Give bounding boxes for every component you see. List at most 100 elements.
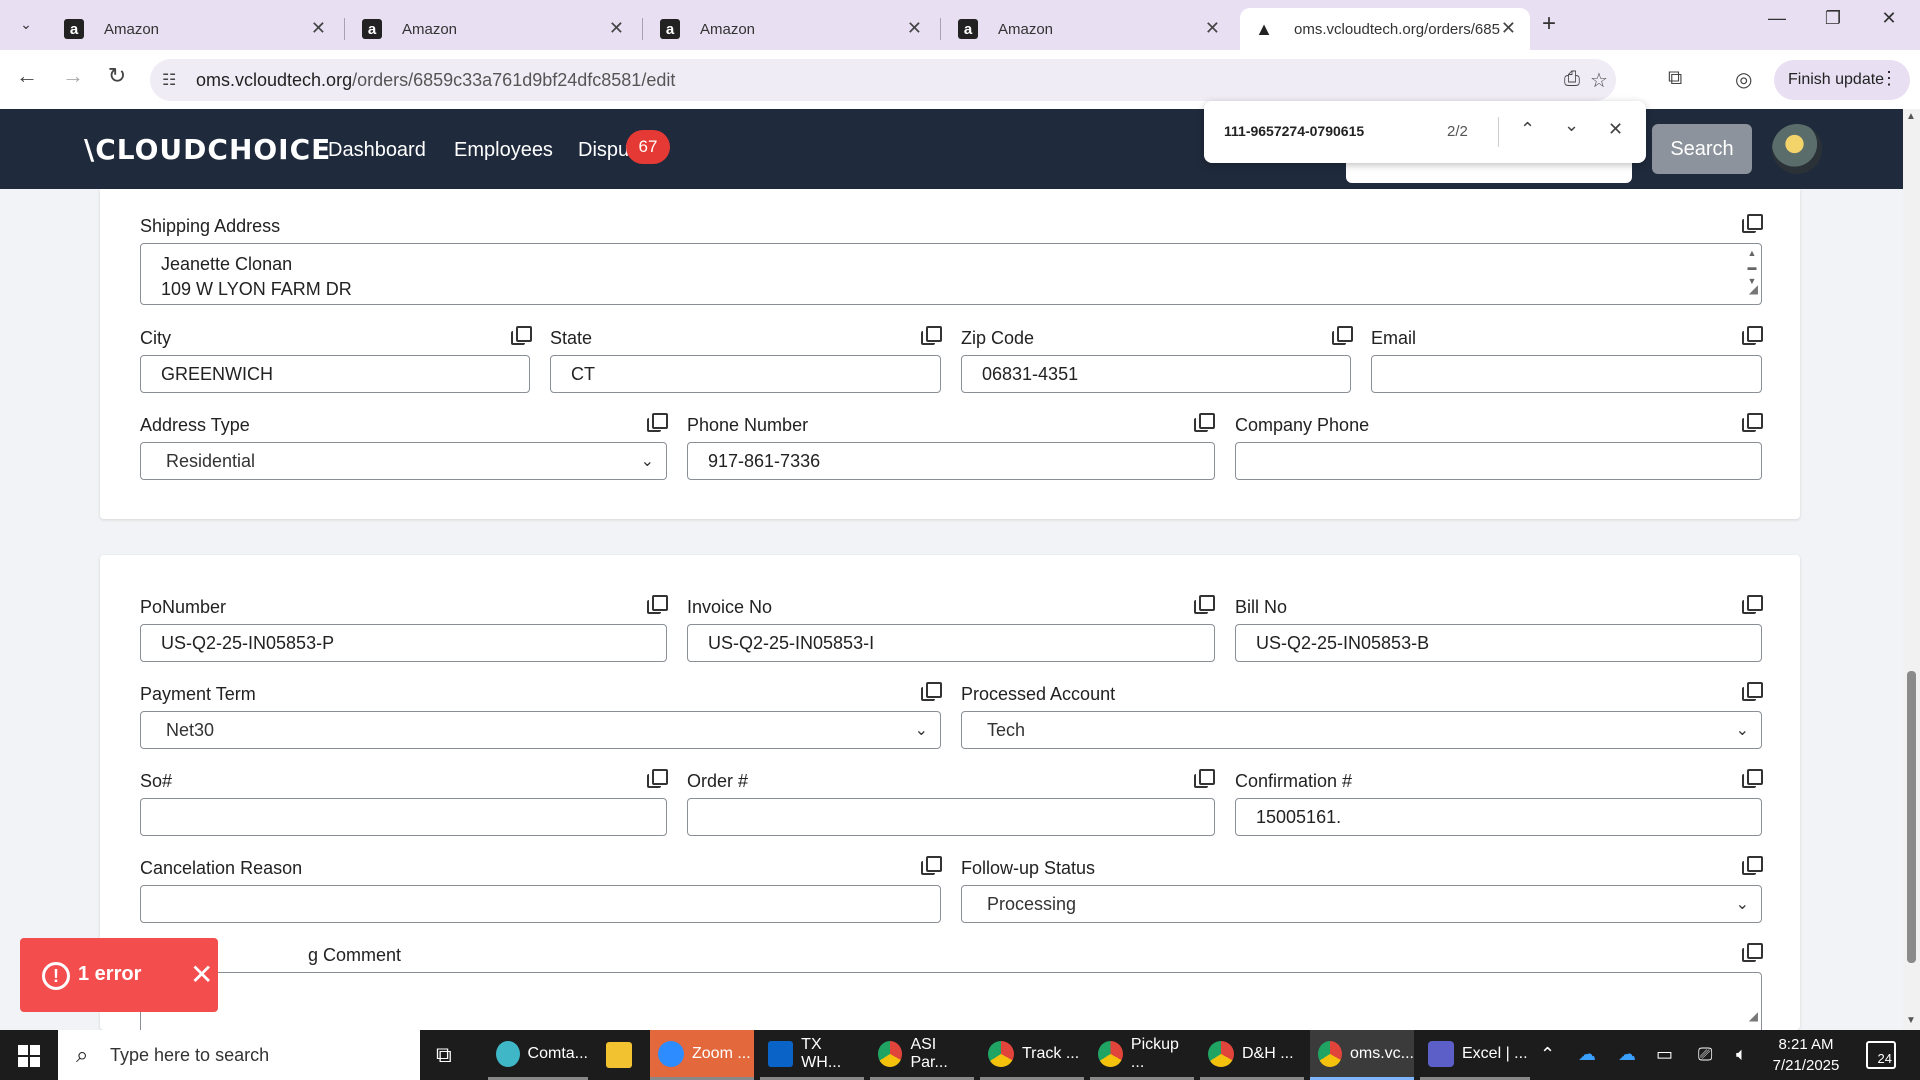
copy-order-number-icon[interactable] [1194,769,1215,788]
window-close-icon[interactable]: ✕ [1866,8,1912,29]
copy-follow-up-status-icon[interactable] [1742,856,1763,875]
volume-speaker-icon[interactable]: 🔈︎ [1736,1044,1747,1065]
back-arrow-icon[interactable]: ← [10,63,44,89]
taskbar-app-outlook[interactable]: TX WH... [760,1030,864,1080]
new-tab-plus-icon[interactable]: + [1542,10,1556,38]
nav-employees[interactable]: Employees [454,139,553,162]
show-hidden-icons-chevron-up-icon[interactable]: ⌃ [1540,1044,1555,1065]
email-input[interactable] [1371,355,1762,393]
battery-icon[interactable]: ▭ [1656,1044,1673,1065]
copy-phone-number-icon[interactable] [1194,413,1215,432]
city-input[interactable]: GREENWICH [140,355,530,393]
copy-po-number-icon[interactable] [647,595,668,614]
windows-start-icon[interactable] [18,1045,40,1067]
taskbar-search-box[interactable]: ⌕ Type here to search [58,1030,420,1080]
bookmark-star-icon[interactable]: ☆ [1590,68,1608,93]
scroll-down-arrow-icon[interactable]: ▼ [1906,1015,1916,1026]
tab-close-icon[interactable]: ✕ [311,18,326,39]
processed-account-select[interactable]: Tech ⌄ [961,711,1762,749]
copy-address-type-icon[interactable] [647,413,668,432]
browser-tab-2[interactable]: a Amazon ✕ [348,8,638,50]
copy-cancelation-reason-icon[interactable] [921,856,942,875]
tab-close-icon[interactable]: ✕ [1501,18,1516,39]
browser-tab-active[interactable]: ▲ oms.vcloudtech.org/orders/685 ✕ [1240,8,1530,50]
taskbar-clock[interactable]: 8:21 AM 7/21/2025 [1760,1034,1852,1076]
copy-comment-icon[interactable] [1742,943,1763,962]
company-phone-input[interactable] [1235,442,1762,480]
network-icon[interactable]: ⎚ [1698,1044,1712,1065]
address-type-select[interactable]: Residential ⌄ [140,442,667,480]
tab-close-icon[interactable]: ✕ [907,18,922,39]
nav-dashboard[interactable]: Dashboard [328,139,426,162]
reload-icon[interactable]: ↻ [100,63,134,89]
shipping-address-textarea[interactable]: Jeanette Clonan 109 W LYON FARM DR ▲ ▬ ▼ ◢ [140,243,1762,305]
copy-invoice-no-icon[interactable] [1194,595,1215,614]
taskbar-app-chrome-asi[interactable]: ASI Par... [870,1030,974,1080]
scroll-up-arrow-icon[interactable]: ▲ [1906,111,1916,122]
restore-icon[interactable]: ❐ [1810,8,1856,29]
scrollbar-thumb[interactable] [1907,671,1916,963]
page-find-icon[interactable]: ⎙ [1564,68,1580,91]
tab-close-icon[interactable]: ✕ [609,18,624,39]
find-previous-chevron-up-icon[interactable]: ⌃ [1520,119,1535,140]
nav-disputes[interactable]: Dispu [578,139,629,162]
tab-close-icon[interactable]: ✕ [1205,18,1220,39]
state-input[interactable]: CT [550,355,941,393]
payment-term-select[interactable]: Net30 ⌄ [140,711,941,749]
bill-no-input[interactable]: US-Q2-25-IN05853-B [1235,624,1762,662]
taskbar-app-chrome-track[interactable]: Track ... [980,1030,1084,1080]
copy-so-number-icon[interactable] [647,769,668,788]
browser-tab-1[interactable]: a Amazon ✕ [50,8,340,50]
error-toast[interactable]: ! 1 error ✕ [20,938,218,1012]
site-info-tune-icon[interactable]: ☷ [162,70,176,90]
taskbar-app-file-explorer[interactable] [598,1030,644,1080]
copy-payment-term-icon[interactable] [921,682,942,701]
find-close-icon[interactable]: ✕ [1608,119,1623,140]
cancelation-reason-input[interactable] [140,885,941,923]
taskbar-app-chrome-dh[interactable]: D&H ... [1200,1030,1304,1080]
follow-up-status-select[interactable]: Processing ⌄ [961,885,1762,923]
profile-icon[interactable]: ◎ [1735,67,1752,92]
onedrive-cloud-icon-2[interactable]: ☁ [1618,1044,1636,1065]
phone-number-input[interactable]: 917-861-7336 [687,442,1215,480]
finish-update-button[interactable]: Finish update ⋮ [1774,60,1910,100]
copy-bill-no-icon[interactable] [1742,595,1763,614]
menu-kebab-icon[interactable]: ⋮ [1880,68,1898,89]
taskbar-app-chrome-pickup[interactable]: Pickup ... [1090,1030,1194,1080]
zip-code-input[interactable]: 06831-4351 [961,355,1351,393]
so-number-input[interactable] [140,798,667,836]
copy-processed-account-icon[interactable] [1742,682,1763,701]
copy-company-phone-icon[interactable] [1742,413,1763,432]
search-button[interactable]: Search [1652,124,1752,174]
po-number-input[interactable]: US-Q2-25-IN05853-P [140,624,667,662]
copy-zip-code-icon[interactable] [1332,326,1353,345]
taskbar-app-zoom[interactable]: Zoom ... [650,1030,754,1080]
cloudchoice-logo[interactable]: \CLOUDCHOICE [84,133,331,166]
onedrive-cloud-icon[interactable]: ☁ [1578,1044,1596,1065]
tab-search-chevron-icon[interactable]: ⌄ [10,8,42,40]
minimize-icon[interactable]: — [1754,8,1800,29]
taskbar-app-teams-excel[interactable]: Excel | ... [1420,1030,1530,1080]
invoice-no-input[interactable]: US-Q2-25-IN05853-I [687,624,1215,662]
confirmation-number-input[interactable]: 15005161. [1235,798,1762,836]
task-view-icon[interactable]: ⧉ [436,1042,452,1068]
find-query-input[interactable]: 111-9657274-0790615 [1224,123,1364,139]
address-bar[interactable]: ☷ oms.vcloudtech.org/orders/6859c33a761d… [150,59,1616,101]
find-next-chevron-down-icon[interactable]: ⌄ [1564,115,1579,136]
copy-confirmation-number-icon[interactable] [1742,769,1763,788]
copy-state-icon[interactable] [921,326,942,345]
copy-email-icon[interactable] [1742,326,1763,345]
toast-close-icon[interactable]: ✕ [190,958,213,991]
browser-tab-3[interactable]: a Amazon ✕ [646,8,936,50]
extensions-puzzle-icon[interactable]: ⧉ [1668,67,1682,90]
textarea-resize-grip-icon[interactable]: ◢ [1749,1004,1758,1029]
textarea-resize-grip-icon[interactable]: ◢ [1749,277,1758,302]
taskbar-app-chrome-oms[interactable]: oms.vc... [1310,1030,1414,1080]
copy-shipping-address-icon[interactable] [1742,214,1763,233]
browser-tab-4[interactable]: a Amazon ✕ [944,8,1234,50]
user-avatar[interactable] [1772,124,1822,174]
page-scrollbar[interactable]: ▲ ▼ [1903,109,1920,1030]
order-number-input[interactable] [687,798,1215,836]
forward-arrow-icon[interactable]: → [56,63,90,89]
copy-city-icon[interactable] [511,326,532,345]
